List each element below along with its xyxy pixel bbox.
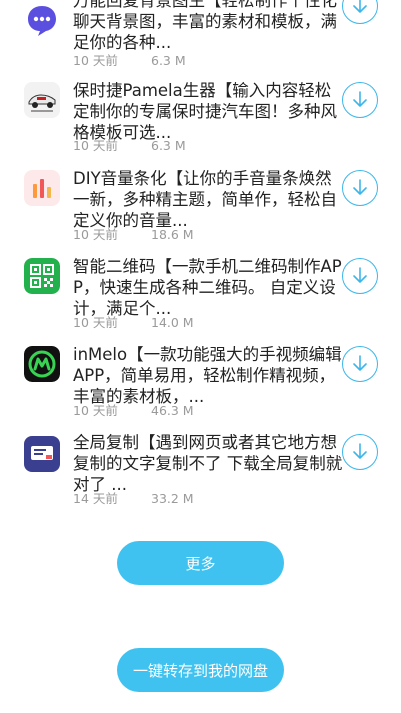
download-arrow-icon	[353, 0, 367, 13]
download-arrow-icon	[353, 443, 367, 459]
item-time: 10 天前	[73, 403, 118, 418]
copy-app-icon	[24, 436, 60, 472]
item-meta: 10 天前 6.3 M	[73, 138, 186, 153]
item-size: 14.0 M	[151, 315, 194, 330]
download-button[interactable]	[342, 0, 378, 24]
list-item[interactable]: inMelo【一款功能强大的手视频编辑APP，简单易用，轻松制作精视频，丰富的素…	[0, 344, 401, 432]
download-arrow-icon	[353, 179, 367, 195]
item-description: DIY音量条化【让你的手音量条焕然一新，多种精主题，简单作，轻松自定义你的音量.…	[73, 169, 337, 230]
item-description: 保时捷Pamela生器【输入内容轻松定制你的专属保时捷汽车图！多种风格模板可选.…	[73, 81, 337, 142]
item-time: 10 天前	[73, 138, 118, 153]
list-item[interactable]: 智能二维码【一款手机二维码制作APP，快速生成各种二维码。 自定义设计，满足个.…	[0, 256, 401, 344]
item-description: inMelo【一款功能强大的手视频编辑APP，简单易用，轻松制作精视频，丰富的素…	[73, 345, 342, 406]
item-meta: 10 天前 14.0 M	[73, 315, 194, 330]
porsche-car-icon	[24, 82, 60, 118]
download-arrow-icon	[353, 267, 367, 283]
chat-bubble-icon	[24, 2, 60, 38]
download-button[interactable]	[342, 82, 378, 118]
item-meta: 14 天前 33.2 M	[73, 491, 194, 506]
download-button[interactable]	[342, 346, 378, 382]
list-item[interactable]: 保时捷Pamela生器【输入内容轻松定制你的专属保时捷汽车图！多种风格模板可选.…	[0, 80, 401, 168]
item-description: 智能二维码【一款手机二维码制作APP，快速生成各种二维码。 自定义设计，满足个.…	[73, 257, 342, 318]
item-meta: 10 天前 18.6 M	[73, 227, 194, 242]
item-size: 46.3 M	[151, 403, 194, 418]
app-list-screen: 万能回复背景图生【轻松制作个性化聊天背景图，丰富的素材和模板，满足你的各种...…	[0, 0, 401, 713]
inmelo-logo-icon	[24, 346, 60, 382]
volume-bars-icon	[24, 170, 60, 206]
save-to-drive-button[interactable]: 一键转存到我的网盘	[117, 648, 284, 692]
item-time: 10 天前	[73, 227, 118, 242]
download-arrow-icon	[353, 355, 367, 371]
item-time: 10 天前	[73, 315, 118, 330]
download-button[interactable]	[342, 170, 378, 206]
item-size: 6.3 M	[151, 53, 186, 68]
list-item[interactable]: 全局复制【遇到网页或者其它地方想复制的文字复制不了 下载全局复制就对了 ... …	[0, 432, 401, 520]
download-button[interactable]	[342, 258, 378, 294]
item-description: 全局复制【遇到网页或者其它地方想复制的文字复制不了 下载全局复制就对了 ...	[73, 433, 343, 494]
download-button[interactable]	[342, 434, 378, 470]
more-button[interactable]: 更多	[117, 541, 284, 585]
item-size: 18.6 M	[151, 227, 194, 242]
item-time: 10 天前	[73, 53, 118, 68]
item-description: 万能回复背景图生【轻松制作个性化聊天背景图，丰富的素材和模板，满足你的各种...	[73, 0, 337, 52]
item-time: 14 天前	[73, 491, 118, 506]
item-meta: 10 天前 46.3 M	[73, 403, 194, 418]
item-meta: 10 天前 6.3 M	[73, 53, 186, 68]
list-item[interactable]: 万能回复背景图生【轻松制作个性化聊天背景图，丰富的素材和模板，满足你的各种...…	[0, 0, 401, 68]
item-size: 33.2 M	[151, 491, 194, 506]
download-arrow-icon	[353, 91, 367, 107]
qr-code-icon	[24, 258, 60, 294]
list-item[interactable]: DIY音量条化【让你的手音量条焕然一新，多种精主题，简单作，轻松自定义你的音量.…	[0, 168, 401, 256]
item-size: 6.3 M	[151, 138, 186, 153]
